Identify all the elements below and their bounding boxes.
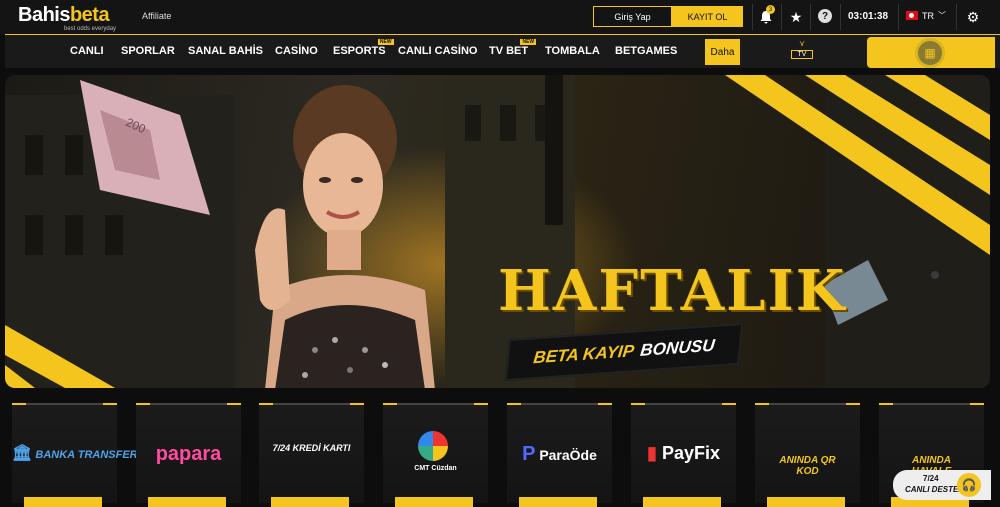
game-launcher[interactable]: ▦ [867, 37, 995, 68]
payment-name: BANKA TRANSFERİ [35, 449, 141, 461]
support-hours: 7/24 [923, 474, 939, 483]
language-selector[interactable]: TR ﹀ [906, 10, 946, 21]
payment-name: CMT Cüzdan [414, 465, 457, 472]
more-button[interactable]: Daha [705, 39, 740, 65]
turkey-flag-icon [906, 11, 918, 20]
banner-headline: HAFTALIK [498, 258, 847, 324]
nav-item-casino[interactable]: CASİNO [275, 45, 318, 57]
notification-badge: 3 [766, 5, 775, 14]
deposit-button[interactable] [643, 497, 721, 507]
help-icon[interactable]: ? [818, 9, 832, 23]
payfix-icon: ▮ [647, 443, 657, 463]
new-badge: NEW [377, 39, 394, 45]
deposit-button[interactable] [24, 497, 102, 507]
nav-item-sporlar[interactable]: SPORLAR [121, 45, 175, 57]
payment-card[interactable]: ▮ PayFix [631, 403, 736, 507]
payment-card[interactable]: papara [136, 403, 241, 507]
tv-antenna-icon: ⋎ [799, 39, 805, 48]
promo-banner[interactable]: 200 HAFTALIK BETA KAYIP BONUSU [5, 75, 990, 388]
nav-item-tombala[interactable]: TOMBALA [545, 45, 600, 57]
payment-name: papara [155, 443, 222, 465]
payment-card[interactable]: P ParaÖde [507, 403, 612, 507]
payment-name: PayFix [661, 443, 720, 463]
nav-item-esports[interactable]: ESPORTS NEW [333, 39, 394, 57]
headset-icon: 🎧 [957, 473, 981, 497]
nav-item-tv-bet[interactable]: TV BET NEW [489, 39, 537, 57]
nav-item-betgames[interactable]: BETGAMES [615, 45, 677, 57]
nav-item-sanal-bahis[interactable]: SANAL BAHİS [188, 45, 263, 57]
language-label: TR [922, 10, 934, 21]
deposit-button[interactable] [148, 497, 226, 507]
cmt-wallet-icon [418, 431, 448, 461]
tv-label: TV [791, 50, 813, 59]
payment-card[interactable]: CMT Cüzdan [383, 403, 488, 507]
new-badge: NEW [520, 39, 537, 45]
slogan: best odds everyday [64, 26, 117, 32]
payment-card[interactable]: 7/24 KREDİ KARTI [259, 403, 364, 507]
payment-name: ANINDA QR KOD [779, 455, 836, 477]
payment-card[interactable]: ANINDA QR KOD [755, 403, 860, 507]
divider [956, 4, 957, 30]
support-label: CANLI DESTEK [905, 485, 965, 494]
game-controller-icon: ▦ [915, 38, 945, 68]
bank-icon: 🏛 [12, 445, 33, 462]
deposit-button[interactable] [767, 497, 845, 507]
divider [840, 4, 841, 30]
divider [781, 4, 782, 30]
register-button[interactable]: KAYIT OL [672, 6, 743, 27]
divider [898, 4, 899, 30]
payment-methods: 🏛 BANKA TRANSFERİ papara 7/24 KREDİ KART… [0, 395, 1000, 507]
top-bar: Bahisbeta best odds everyday Affiliate G… [0, 0, 1000, 34]
brand-name: Bahisbeta [18, 4, 110, 26]
payment-name: 7/24 KREDİ KARTI [272, 443, 351, 453]
banknote-image: 200 [80, 80, 210, 215]
gear-icon[interactable]: ⚙ [964, 8, 982, 26]
chevron-down-icon: ﹀ [938, 11, 946, 20]
payment-card[interactable]: 🏛 BANKA TRANSFERİ [12, 403, 141, 507]
login-button[interactable]: Giriş Yap [593, 6, 672, 27]
deposit-button[interactable] [519, 497, 597, 507]
logo[interactable]: Bahisbeta best odds everyday [18, 4, 128, 32]
deposit-button[interactable] [395, 497, 473, 507]
payment-name: ParaÖde [539, 447, 597, 463]
paraode-icon: P [522, 443, 536, 465]
live-support-button[interactable]: 7/24 CANLI DESTEK 🎧 [893, 470, 991, 500]
nav-item-canli-casino[interactable]: CANLI CASİNO [398, 45, 477, 57]
affiliate-link[interactable]: Affiliate [142, 11, 171, 21]
nav-item-canli[interactable]: CANLI [70, 45, 104, 57]
tv-button[interactable]: ⋎ TV [791, 39, 813, 63]
model-image [255, 85, 435, 388]
clock: 03:01:38 [848, 11, 889, 22]
divider [810, 4, 811, 30]
main-nav: CANLI SPORLAR SANAL BAHİS CASİNO ESPORTS… [5, 34, 1000, 68]
star-icon[interactable]: ★ [787, 8, 805, 26]
deposit-button[interactable] [271, 497, 349, 507]
divider [752, 4, 753, 30]
